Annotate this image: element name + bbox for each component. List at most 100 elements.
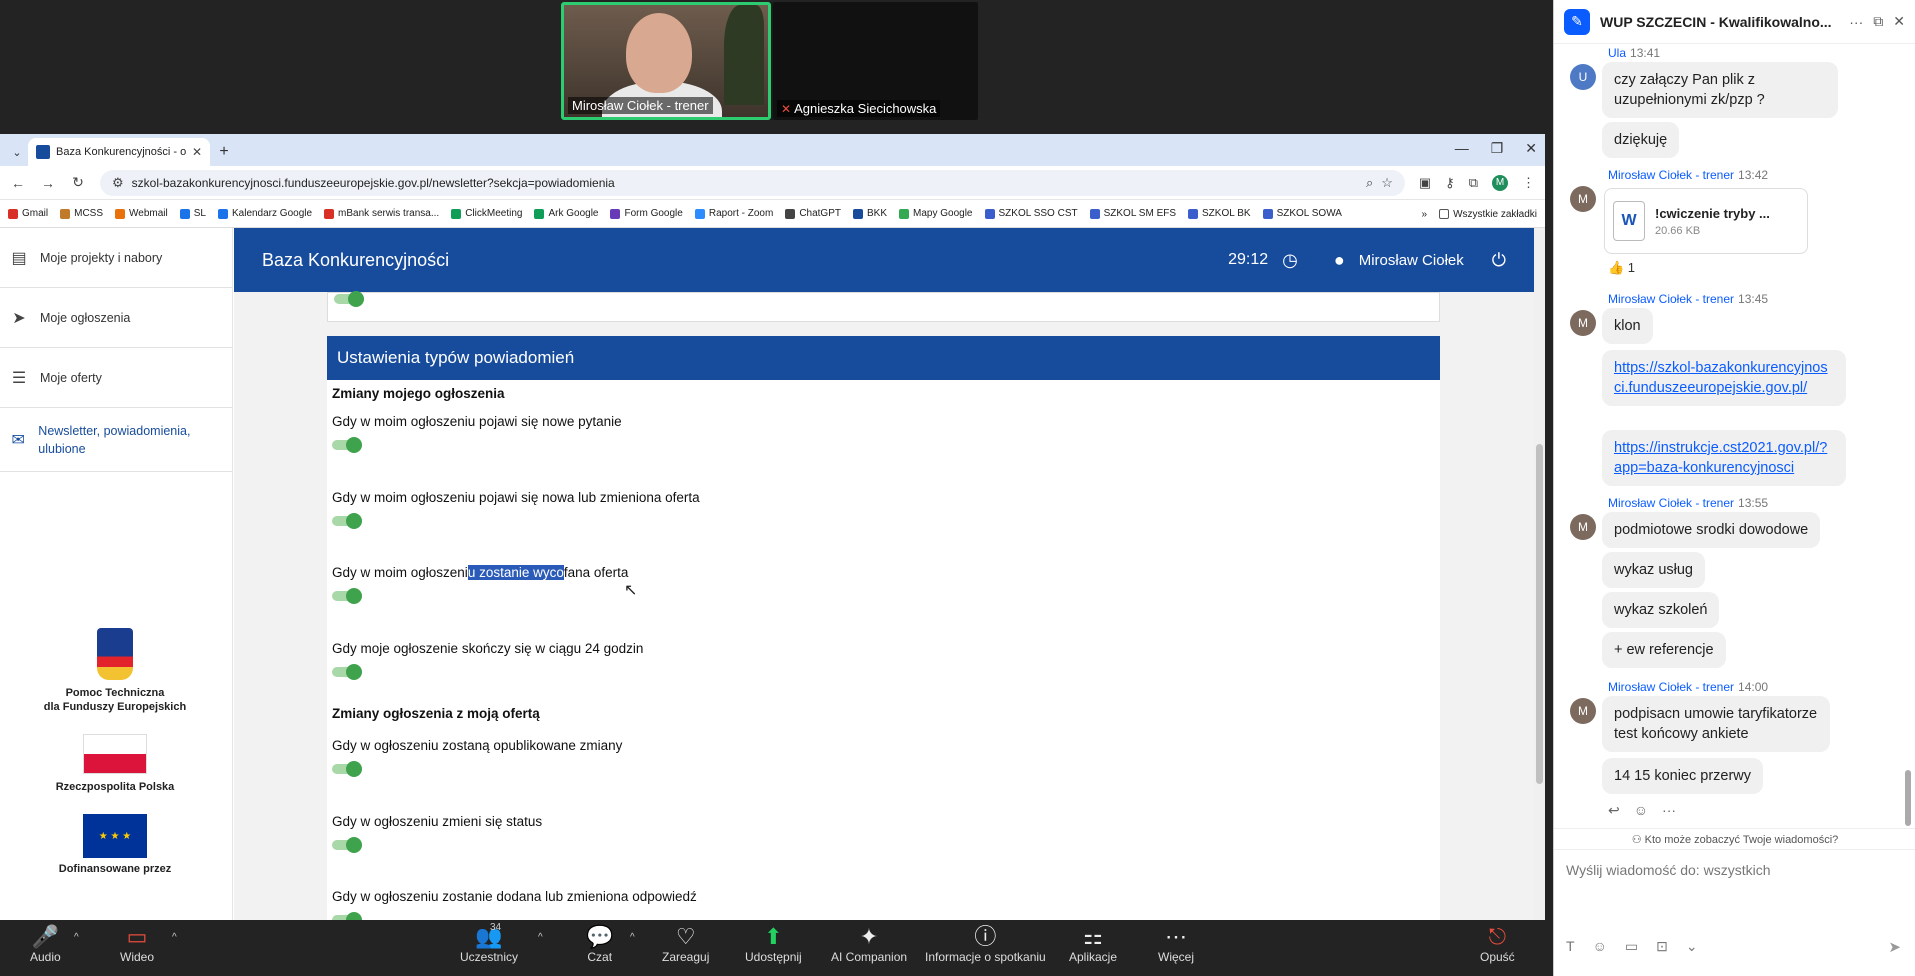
ai-companion-button[interactable]: ✦ AI Companion <box>831 924 907 964</box>
chat-input[interactable]: Wyślij wiadomość do: wszystkich <box>1554 852 1915 936</box>
toggle-switch[interactable] <box>332 664 364 680</box>
file-icon[interactable]: ▭ <box>1625 938 1638 955</box>
sidebar-item-projects[interactable]: ▤ Moje projekty i nabory <box>0 228 232 288</box>
sidebar-item-announcements[interactable]: ➤ Moje ogłoszenia <box>0 288 232 348</box>
bookmark-item[interactable]: SZKOL BK <box>1188 208 1251 219</box>
scroll-thumb[interactable] <box>1536 444 1543 784</box>
sender-name[interactable]: Ula <box>1608 46 1626 60</box>
bookmark-item[interactable]: BKK <box>853 208 887 219</box>
toggle-switch[interactable] <box>332 437 364 453</box>
chevron-down-icon[interactable]: ⌄ <box>1686 938 1698 955</box>
bookmark-item[interactable]: Gmail <box>8 208 48 219</box>
sender-name[interactable]: Mirosław Ciołek - trener <box>1608 496 1734 510</box>
bookmark-item[interactable]: Webmail <box>115 208 168 219</box>
minimize-icon[interactable]: — <box>1455 140 1469 157</box>
video-options-caret[interactable]: ^ <box>172 932 177 943</box>
popout-icon[interactable]: ⧉ <box>1873 13 1883 30</box>
clock-icon[interactable]: ◷ <box>1282 250 1298 271</box>
toggle-switch[interactable] <box>332 837 364 853</box>
bookmark-item[interactable]: Kalendarz Google <box>217 208 312 219</box>
avatar[interactable]: M <box>1570 310 1596 336</box>
chat-link[interactable]: https://instrukcje.cst2021.gov.pl/?app=b… <box>1614 440 1827 476</box>
browser-menu-icon[interactable]: ⋮ <box>1522 175 1535 191</box>
leave-button[interactable]: ⎋ Opuść <box>1480 924 1515 964</box>
toggle-switch[interactable] <box>332 912 364 920</box>
page-scrollbar[interactable] <box>1534 228 1545 920</box>
who-can-see-link[interactable]: ⚇ Kto może zobaczyć Twoje wiadomości? <box>1554 828 1915 850</box>
file-attachment[interactable]: W !cwiczenie tryby ... 20.66 KB <box>1604 188 1808 254</box>
toggle-switch[interactable] <box>334 291 366 307</box>
share-button[interactable]: ⬆ Udostępnij <box>745 924 802 964</box>
extension-icon[interactable]: ▣ <box>1419 175 1431 191</box>
avatar[interactable]: M <box>1570 698 1596 724</box>
bookmarks-overflow-icon[interactable]: » <box>1422 209 1428 220</box>
chat-title[interactable]: WUP SZCZECIN - Kwalifikowalno... <box>1600 14 1839 30</box>
video-button[interactable]: ▭ Wideo <box>120 924 154 964</box>
toggle-switch[interactable] <box>332 761 364 777</box>
reaction-badge[interactable]: 👍 1 <box>1608 260 1635 276</box>
sender-name[interactable]: Mirosław Ciołek - trener <box>1608 292 1734 306</box>
bookmark-item[interactable]: Raport - Zoom <box>694 208 773 219</box>
more-options-icon[interactable]: ··· <box>1849 14 1863 30</box>
screenshot-icon[interactable]: ⊡ <box>1656 938 1668 955</box>
close-window-icon[interactable]: ✕ <box>1525 140 1537 157</box>
video-tile-participant[interactable]: ✕ Agnieszka Siecichowska <box>773 2 978 120</box>
bookmark-item[interactable]: Mapy Google <box>899 208 973 219</box>
participants-button[interactable]: 👥 34 Uczestnicy <box>460 922 518 964</box>
logout-power-icon[interactable]: ⏻ <box>1492 250 1506 271</box>
chat-button[interactable]: 💬 Czat <box>586 924 613 964</box>
avatar[interactable]: M <box>1570 514 1596 540</box>
bookmark-item[interactable]: SZKOL SSO CST <box>984 208 1078 219</box>
password-key-icon[interactable]: ⚷ <box>1445 175 1455 191</box>
tab-search-icon[interactable]: ⌄ <box>6 138 28 166</box>
audio-button[interactable]: 🎤 Audio <box>30 924 61 964</box>
back-icon[interactable]: ← <box>10 175 26 191</box>
bookmark-item[interactable]: SZKOL SOWA <box>1262 208 1342 219</box>
bookmark-item[interactable]: SZKOL SM EFS <box>1089 208 1176 219</box>
browser-tab[interactable]: Baza Konkurencyjności - ogłosz ✕ <box>28 138 210 166</box>
toggle-switch[interactable] <box>332 588 364 604</box>
bookmark-item[interactable]: Ark Google <box>534 208 598 219</box>
profile-avatar-icon[interactable]: M <box>1492 174 1508 191</box>
send-icon[interactable]: ➤ <box>1888 938 1901 956</box>
apps-button[interactable]: ⚏ Aplikacje <box>1069 924 1117 964</box>
avatar[interactable]: M <box>1570 186 1596 212</box>
site-info-icon[interactable]: ⚙ <box>112 175 124 191</box>
bookmark-item[interactable]: ClickMeeting <box>451 208 522 219</box>
bookmark-star-icon[interactable]: ☆ <box>1381 175 1393 191</box>
reply-icon[interactable]: ↩ <box>1608 802 1620 819</box>
sidebar-item-newsletter[interactable]: ✉ Newsletter, powiadomienia, ulubione <box>0 408 232 472</box>
maximize-icon[interactable]: ❐ <box>1491 140 1504 157</box>
meeting-info-button[interactable]: ⓘ Informacje o spotkaniu <box>925 924 1046 964</box>
bookmark-item[interactable]: MCSS <box>60 208 103 219</box>
bookmark-item[interactable]: ChatGPT <box>785 208 841 219</box>
bookmark-item[interactable]: Form Google <box>610 208 683 219</box>
emoji-react-icon[interactable]: ☺ <box>1634 802 1648 819</box>
sidebar-item-offers[interactable]: ☰ Moje oferty <box>0 348 232 408</box>
chat-link[interactable]: https://szkol-bazakonkurencyjnosci.fundu… <box>1614 360 1828 396</box>
audio-options-caret[interactable]: ^ <box>74 932 79 943</box>
emoji-icon[interactable]: ☺ <box>1593 938 1607 955</box>
extensions-puzzle-icon[interactable]: ⧉ <box>1469 175 1478 191</box>
chat-options-caret[interactable]: ^ <box>630 932 635 943</box>
more-actions-icon[interactable]: ··· <box>1662 802 1676 819</box>
url-field[interactable]: ⚙ szkol-bazakonkurencyjnosci.funduszeeur… <box>100 169 1405 196</box>
forward-icon[interactable]: → <box>40 175 56 191</box>
avatar[interactable]: U <box>1570 64 1596 90</box>
close-chat-icon[interactable]: ✕ <box>1893 13 1905 30</box>
tab-close-icon[interactable]: ✕ <box>192 145 202 159</box>
bookmark-item[interactable]: mBank serwis transa... <box>324 208 439 219</box>
all-bookmarks-folder[interactable]: Wszystkie zakładki <box>1439 209 1537 220</box>
bookmark-item[interactable]: SL <box>179 208 206 219</box>
sender-name[interactable]: Mirosław Ciołek - trener <box>1608 680 1734 694</box>
react-button[interactable]: ♡ Zareaguj <box>662 924 709 964</box>
sender-name[interactable]: Mirosław Ciołek - trener <box>1608 168 1734 182</box>
zoom-icon[interactable]: ⌕ <box>1366 175 1373 191</box>
app-title[interactable]: Baza Konkurencyjności <box>262 250 1228 271</box>
chat-scroll-thumb[interactable] <box>1905 770 1911 826</box>
new-tab-icon[interactable]: + <box>210 138 238 166</box>
video-tile-speaker[interactable]: Mirosław Ciołek - trener <box>561 2 771 120</box>
text-format-icon[interactable]: T <box>1566 938 1575 955</box>
more-button[interactable]: ⋯ Więcej <box>1158 924 1194 964</box>
user-name[interactable]: Mirosław Ciołek <box>1359 252 1464 269</box>
